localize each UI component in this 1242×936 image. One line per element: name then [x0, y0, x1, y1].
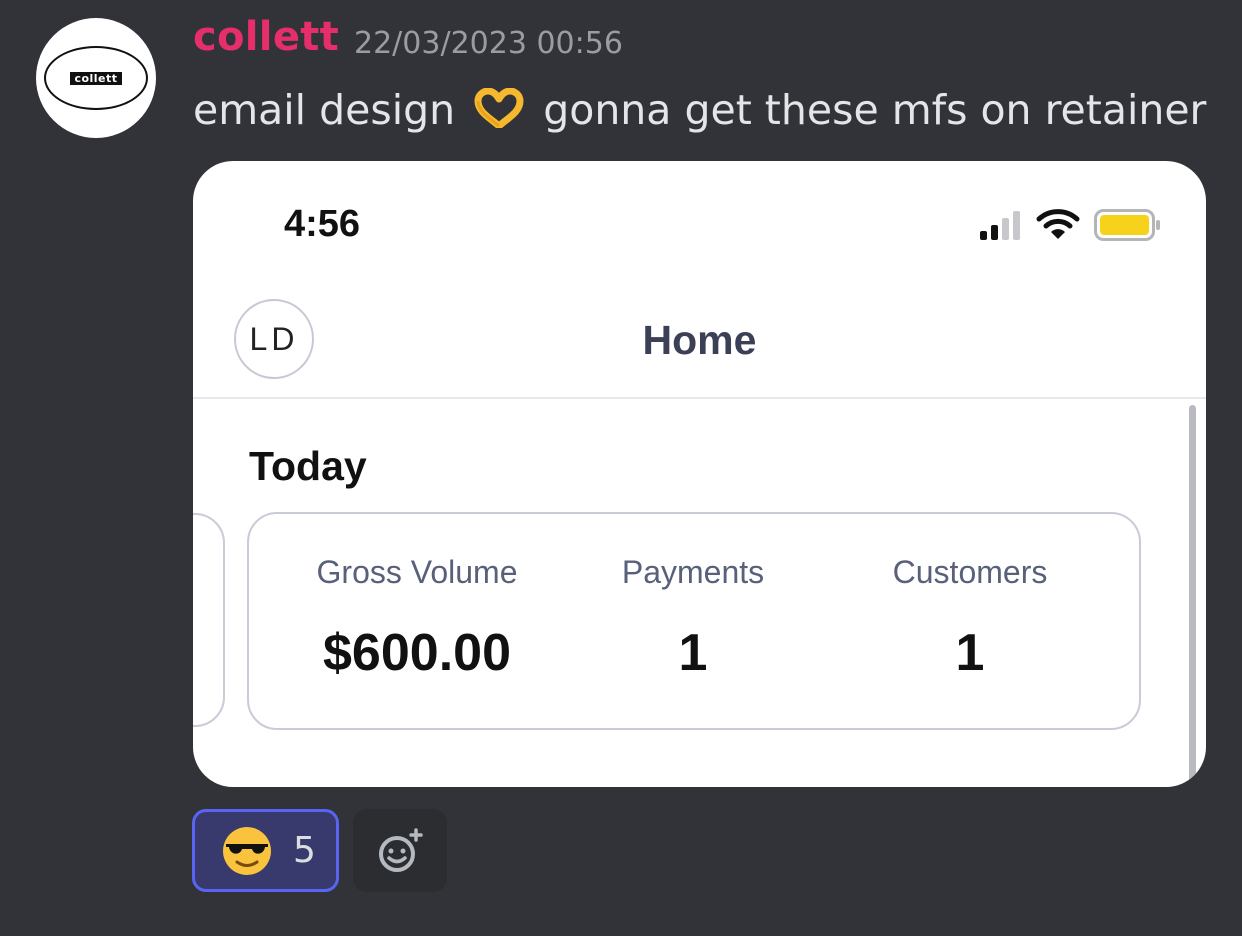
add-reaction-button[interactable]	[353, 809, 447, 892]
add-reaction-icon	[379, 827, 423, 872]
reaction-sunglasses[interactable]: 5	[192, 809, 339, 892]
stat-value-payments: 1	[678, 624, 708, 682]
reaction-count: 5	[293, 830, 316, 871]
previous-card[interactable]	[193, 513, 225, 727]
smiling-face-with-sunglasses-icon	[223, 826, 271, 875]
battery-icon	[1094, 209, 1160, 241]
wifi-icon	[1036, 209, 1080, 239]
scrollbar[interactable]	[1189, 405, 1196, 785]
stat-label-payments: Payments	[621, 554, 765, 590]
section-title: Today	[249, 443, 367, 489]
timestamp: 22/03/2023 00:56	[354, 26, 623, 61]
message-content: email design gonna get these mfs on reta…	[193, 86, 1206, 134]
cellular-signal-icon	[980, 211, 1020, 240]
message-text-after: gonna get these mfs on retainer	[543, 86, 1207, 134]
stat-label-gross-volume: Gross Volume	[316, 554, 518, 590]
stats-card[interactable]	[247, 512, 1141, 730]
avatar[interactable]: collett	[36, 18, 156, 138]
image-attachment[interactable]: 4:56 LD Home Today Gross Volume Payments…	[193, 161, 1206, 787]
status-bar-time: 4:56	[284, 203, 361, 245]
stat-label-customers: Customers	[892, 554, 1048, 590]
heart-hands-icon	[474, 88, 524, 128]
stat-value-customers: 1	[955, 624, 985, 682]
avatar-logo-text: collett	[70, 71, 122, 85]
message-text-before: email design	[193, 86, 469, 134]
collett-logo: collett	[44, 46, 148, 110]
page-title: Home	[642, 317, 757, 363]
nav-divider	[193, 397, 1206, 399]
username[interactable]: collett	[193, 14, 339, 60]
stat-value-gross-volume: $600.00	[323, 624, 511, 682]
